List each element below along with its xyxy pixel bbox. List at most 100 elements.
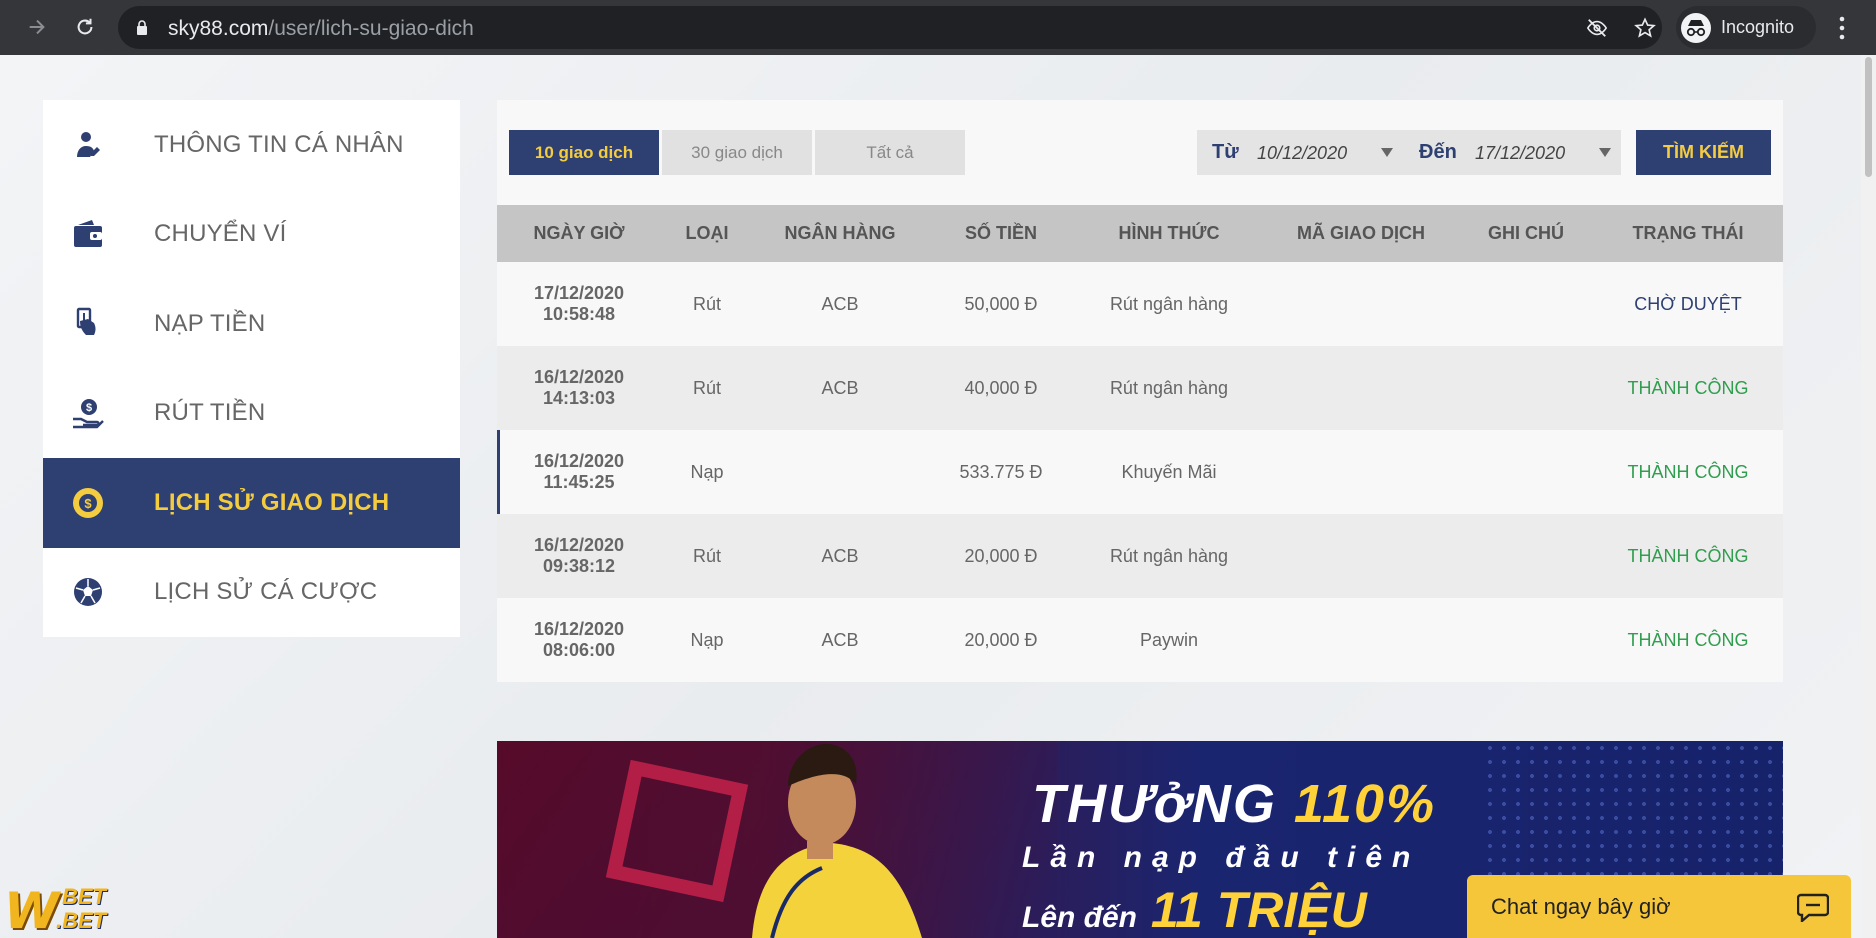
status-badge: THÀNH CÔNG bbox=[1627, 377, 1749, 398]
user-icon bbox=[67, 124, 109, 166]
note-cell bbox=[1459, 514, 1593, 598]
forward-icon[interactable] bbox=[20, 10, 54, 44]
from-label: Từ bbox=[1212, 141, 1239, 163]
banner-headline: THƯởNG 110% bbox=[1032, 773, 1436, 835]
type-cell: Nạp bbox=[690, 461, 724, 482]
column-header: LOẠI bbox=[685, 223, 729, 243]
table-row[interactable]: 16/12/2020 09:38:12 Rút ACB 20,000 Đ Rút … bbox=[497, 514, 1783, 598]
logo-text-bottom: .BET bbox=[56, 908, 107, 933]
status-badge: THÀNH CÔNG bbox=[1627, 545, 1749, 566]
logo-text-top: BET bbox=[62, 884, 106, 909]
transaction-code-cell bbox=[1263, 346, 1459, 430]
url-domain: sky88.com bbox=[168, 17, 269, 40]
from-date-chevron-down-icon[interactable] bbox=[1381, 148, 1393, 157]
table-row[interactable]: 16/12/2020 14:13:03 Rút ACB 40,000 Đ Rút … bbox=[497, 346, 1783, 430]
banner-headline-text: THƯởNG bbox=[1032, 774, 1277, 834]
incognito-indicator[interactable]: Incognito bbox=[1676, 6, 1816, 49]
svg-text:$: $ bbox=[86, 402, 92, 414]
bank-cell: ACB bbox=[821, 377, 859, 398]
url-text: sky88.com/user/lich-su-giao-dich bbox=[168, 17, 474, 41]
tab-all-transactions[interactable]: Tất cả bbox=[815, 130, 965, 175]
column-header: HÌNH THỨC bbox=[1118, 223, 1220, 243]
table-row[interactable]: 16/12/2020 08:06:00 Nạp ACB 20,000 Đ Payw… bbox=[497, 598, 1783, 682]
more-menu-icon[interactable] bbox=[1832, 14, 1852, 42]
star-icon[interactable] bbox=[1634, 17, 1656, 39]
sidebar-item-personal-info[interactable]: THÔNG TIN CÁ NHÂN bbox=[43, 100, 460, 190]
amount-cell: 533.775 Đ bbox=[959, 461, 1043, 482]
transaction-panel: 10 giao dịch 30 giao dịch Tất cả Từ 10/1… bbox=[497, 100, 1783, 682]
chat-label: Chat ngay bây giờ bbox=[1491, 893, 1671, 919]
note-cell bbox=[1459, 598, 1593, 682]
banner-amount-highlight: 11 TRIỆU bbox=[1150, 882, 1367, 938]
note-cell bbox=[1459, 346, 1593, 430]
to-date-input[interactable]: 17/12/2020 bbox=[1475, 143, 1565, 164]
time-value: 08:06:00 bbox=[542, 640, 616, 660]
type-cell: Rút bbox=[692, 377, 721, 398]
transaction-code-cell bbox=[1263, 514, 1459, 598]
wallet-icon bbox=[67, 213, 109, 255]
date-time-cell: 17/12/2020 10:58:48 bbox=[497, 262, 661, 346]
bank-cell: ACB bbox=[821, 629, 859, 650]
deposit-icon bbox=[67, 303, 109, 345]
sidebar-item-transfer-wallet[interactable]: CHUYỂN VÍ bbox=[43, 190, 460, 280]
sidebar-item-label: NẠP TIỀN bbox=[154, 309, 266, 337]
eye-off-icon[interactable] bbox=[1586, 17, 1608, 39]
tab-10-transactions[interactable]: 10 giao dịch bbox=[509, 130, 659, 175]
table-header: NGÀY GIỜ LOẠI NGÂN HÀNG SỐ TIỀN HÌNH THỨ… bbox=[497, 205, 1783, 262]
bank-cell: ACB bbox=[821, 293, 859, 314]
time-value: 10:58:48 bbox=[542, 304, 616, 324]
type-cell: Rút bbox=[692, 545, 721, 566]
from-date-input[interactable]: 10/12/2020 bbox=[1257, 143, 1347, 164]
column-header: NGÂN HÀNG bbox=[784, 223, 896, 243]
sidebar-item-bet-history[interactable]: LỊCH SỬ CÁ CƯỢC bbox=[43, 548, 460, 638]
search-button[interactable]: TÌM KIẾM bbox=[1636, 130, 1771, 175]
live-chat-button[interactable]: Chat ngay bây giờ bbox=[1467, 875, 1851, 938]
date-time-cell: 16/12/2020 14:13:03 bbox=[497, 346, 661, 430]
amount-cell: 20,000 Đ bbox=[964, 545, 1038, 566]
table-row[interactable]: 16/12/2020 11:45:25 Nạp 533.775 Đ Khuyến … bbox=[497, 430, 1783, 514]
lock-icon bbox=[137, 20, 147, 35]
date-time-cell: 16/12/2020 11:45:25 bbox=[497, 430, 661, 514]
sidebar-item-label: RÚT TIỀN bbox=[154, 399, 266, 427]
incognito-label: Incognito bbox=[1721, 17, 1795, 37]
sidebar-item-withdraw[interactable]: $ RÚT TIỀN bbox=[43, 369, 460, 459]
transaction-code-cell bbox=[1263, 598, 1459, 682]
address-bar[interactable]: sky88.com/user/lich-su-giao-dich bbox=[118, 6, 1662, 49]
column-header: TRẠNG THÁI bbox=[1632, 223, 1744, 243]
site-logo[interactable]: W BET .BET bbox=[0, 880, 120, 938]
date-time-cell: 16/12/2020 08:06:00 bbox=[497, 598, 661, 682]
tab-30-transactions[interactable]: 30 giao dịch bbox=[662, 130, 812, 175]
soccer-ball-icon bbox=[67, 571, 109, 613]
transaction-code-cell bbox=[1263, 430, 1459, 514]
status-badge: CHỜ DUYỆT bbox=[1634, 293, 1742, 314]
sidebar-item-label: THÔNG TIN CÁ NHÂN bbox=[154, 130, 404, 158]
sidebar-item-transaction-history[interactable]: $ LỊCH SỬ GIAO DỊCH bbox=[43, 458, 460, 548]
scrollbar-thumb[interactable] bbox=[1865, 57, 1872, 177]
banner-amount-prefix: Lên đến bbox=[1022, 901, 1138, 934]
type-cell: Nạp bbox=[690, 629, 724, 650]
to-date-chevron-down-icon[interactable] bbox=[1599, 148, 1611, 157]
to-label: Đến bbox=[1419, 141, 1457, 163]
status-badge: THÀNH CÔNG bbox=[1627, 461, 1749, 482]
time-value: 11:45:25 bbox=[543, 472, 615, 492]
transaction-code-cell bbox=[1263, 262, 1459, 346]
time-value: 14:13:03 bbox=[542, 388, 616, 408]
coin-history-icon: $ bbox=[67, 482, 109, 524]
amount-cell: 20,000 Đ bbox=[964, 629, 1038, 650]
date-value: 16/12/2020 bbox=[533, 535, 625, 555]
banner-subline: Lần nạp đầu tiên bbox=[1022, 841, 1421, 874]
bank-cell: ACB bbox=[821, 545, 859, 566]
bank-cell bbox=[753, 430, 927, 514]
column-header: NGÀY GIỜ bbox=[533, 223, 625, 243]
date-range-filter: Từ 10/12/2020 Đến 17/12/2020 bbox=[1197, 130, 1621, 175]
page-scrollbar[interactable] bbox=[1861, 55, 1876, 938]
sidebar-item-deposit[interactable]: NẠP TIỀN bbox=[43, 279, 460, 369]
reload-icon[interactable] bbox=[68, 10, 102, 44]
banner-headline-highlight: 110% bbox=[1293, 774, 1437, 834]
chat-bubble-icon bbox=[1797, 893, 1829, 922]
method-cell: Rút ngân hàng bbox=[1109, 545, 1229, 566]
url-path: /user/lich-su-giao-dich bbox=[268, 17, 474, 40]
incognito-icon bbox=[1681, 12, 1711, 43]
date-value: 16/12/2020 bbox=[533, 619, 625, 639]
table-row[interactable]: 17/12/2020 10:58:48 Rút ACB 50,000 Đ Rút … bbox=[497, 262, 1783, 346]
